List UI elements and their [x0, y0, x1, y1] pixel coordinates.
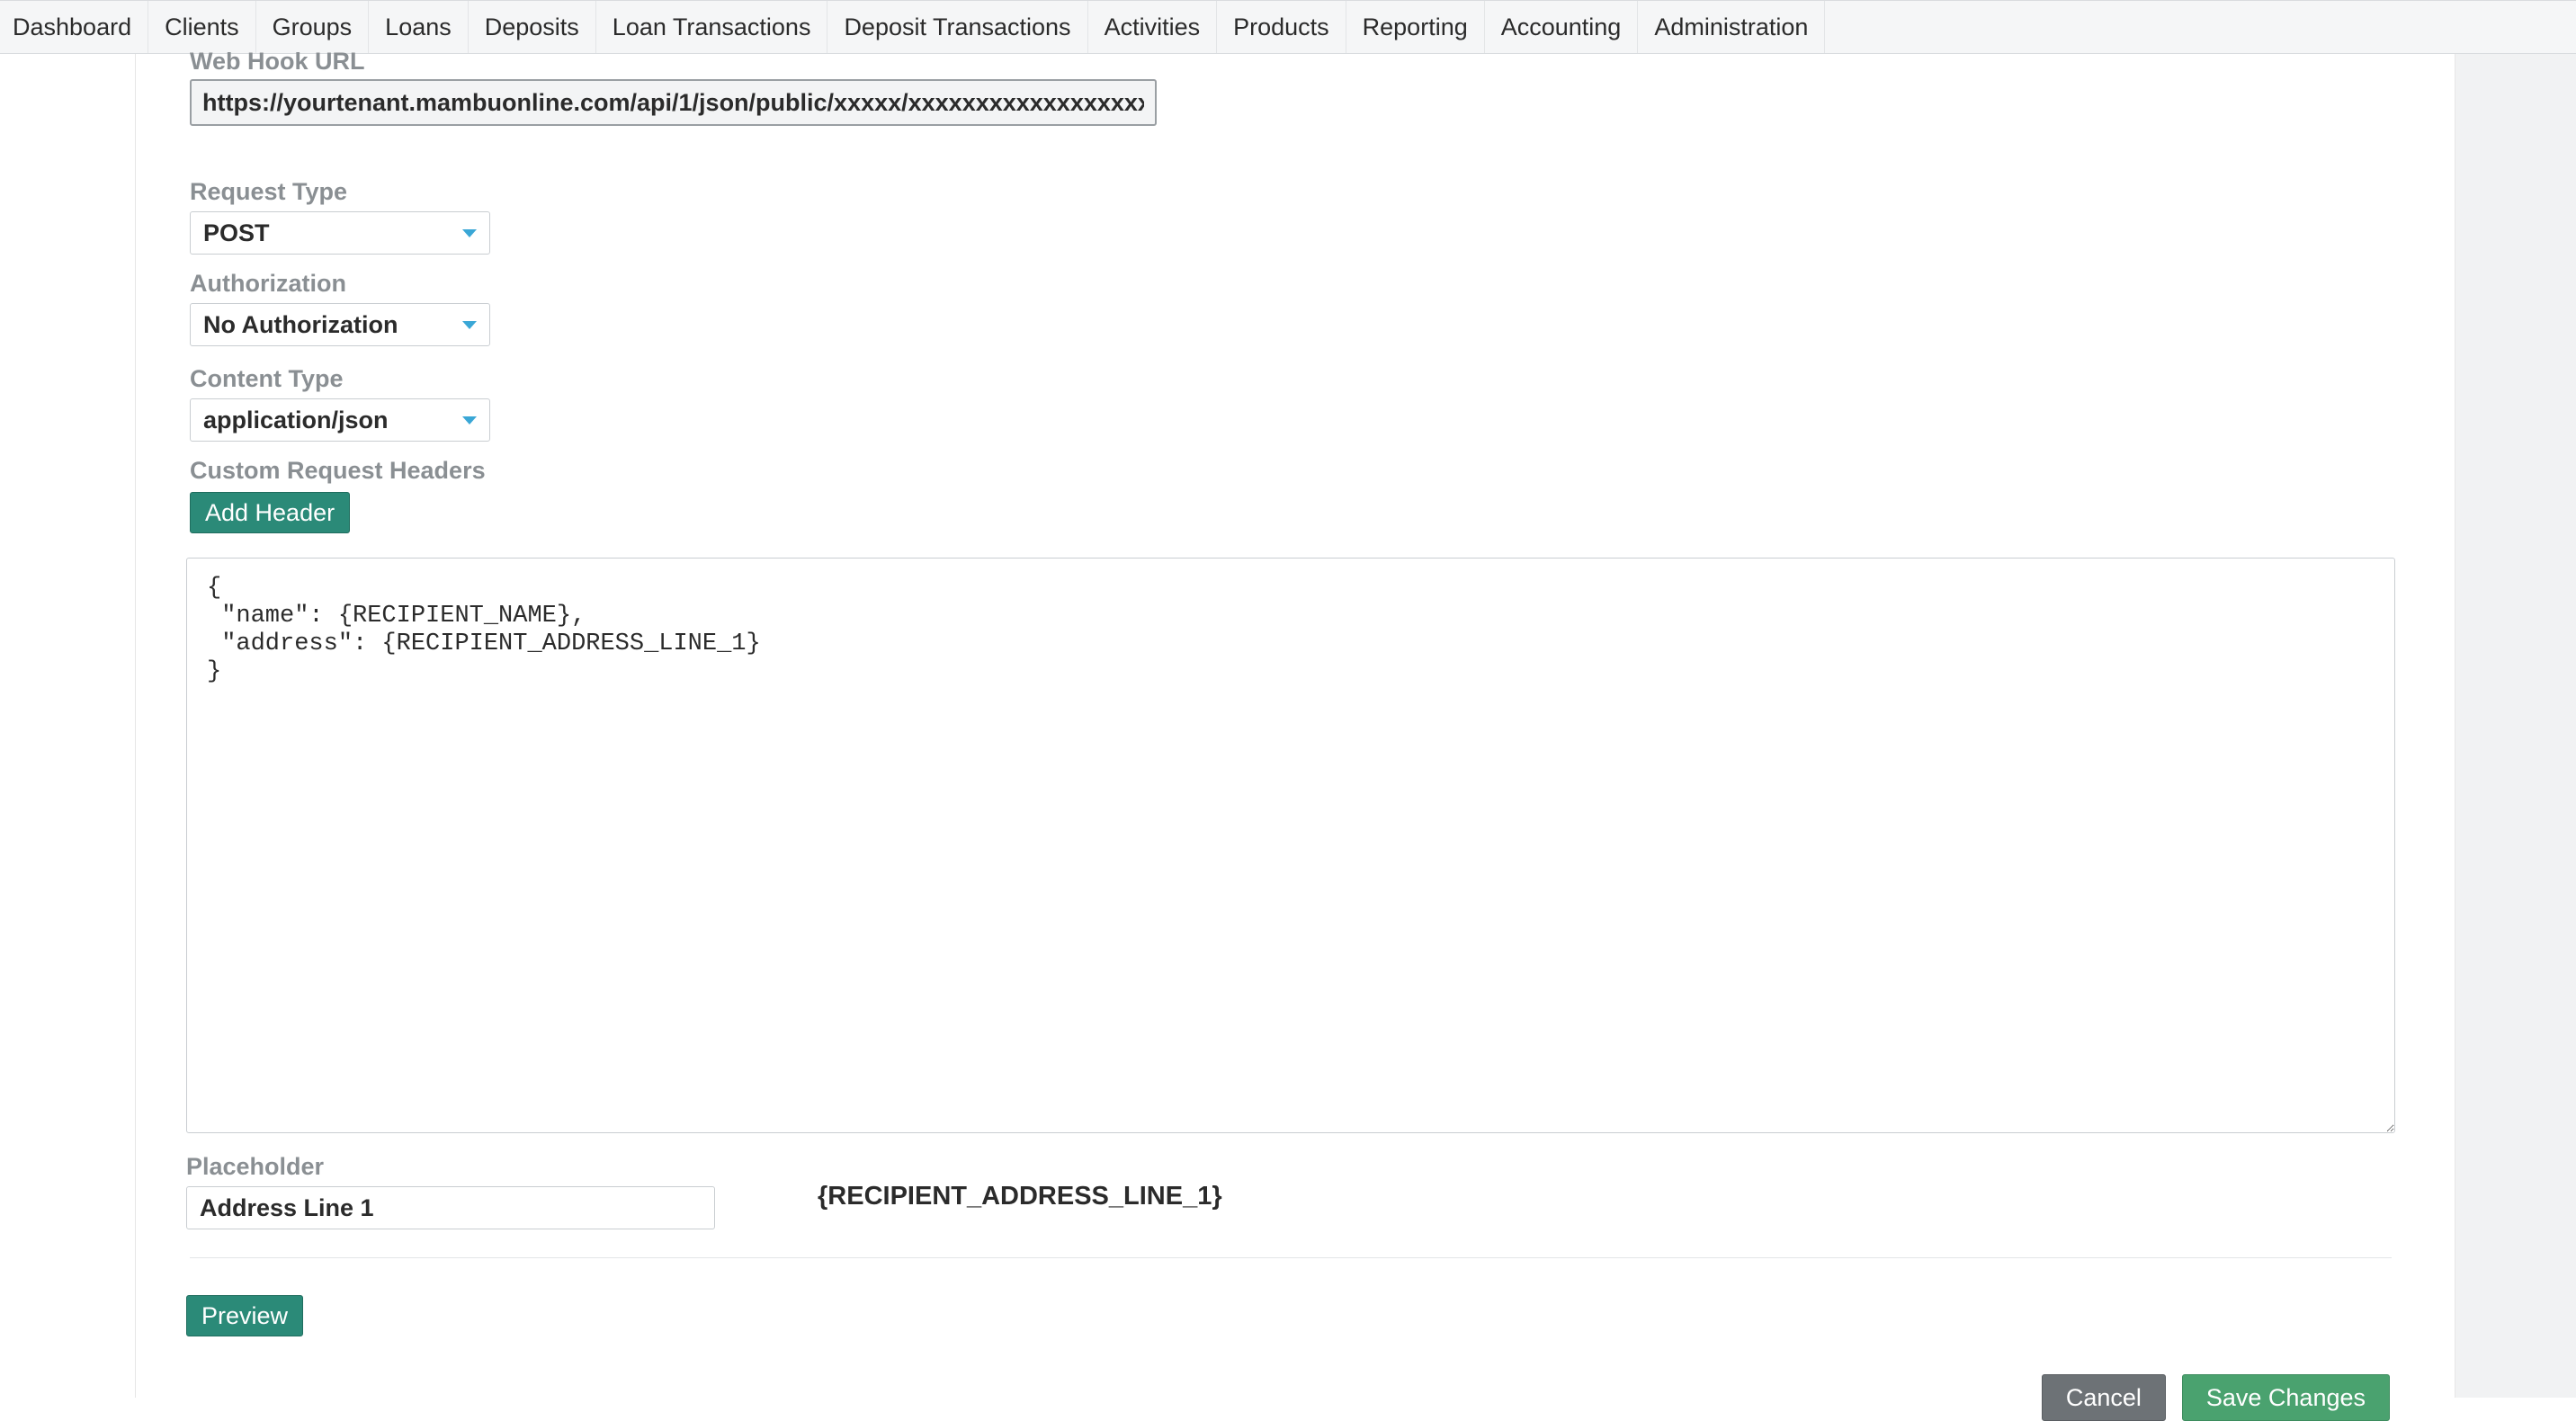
nav-deposits[interactable]: Deposits	[469, 1, 596, 53]
footer-buttons: Cancel Save Changes	[2042, 1374, 2390, 1421]
webhook-url-input[interactable]	[190, 79, 1157, 126]
form-panel: Web Hook URL Request Type POST Authoriza…	[135, 54, 2455, 1398]
nav-activities[interactable]: Activities	[1088, 1, 1218, 53]
content-type-label: Content Type	[190, 365, 490, 393]
nav-clients[interactable]: Clients	[148, 1, 256, 53]
request-type-value: POST	[203, 219, 270, 247]
nav-groups[interactable]: Groups	[256, 1, 370, 53]
request-body-textarea[interactable]	[186, 558, 2395, 1133]
authorization-label: Authorization	[190, 270, 490, 298]
authorization-value: No Authorization	[203, 311, 398, 339]
chevron-down-icon	[462, 229, 477, 237]
nav-deposit-transactions[interactable]: Deposit Transactions	[827, 1, 1087, 53]
nav-administration[interactable]: Administration	[1638, 1, 1825, 53]
request-type-label: Request Type	[190, 178, 490, 206]
placeholder-value: Address Line 1	[200, 1194, 374, 1222]
top-nav: Dashboard Clients Groups Loans Deposits …	[0, 0, 2576, 54]
nav-accounting[interactable]: Accounting	[1485, 1, 1639, 53]
placeholder-select[interactable]: Address Line 1	[186, 1186, 715, 1229]
nav-reporting[interactable]: Reporting	[1346, 1, 1485, 53]
cancel-button[interactable]: Cancel	[2042, 1374, 2166, 1421]
nav-loans[interactable]: Loans	[369, 1, 469, 53]
authorization-select[interactable]: No Authorization	[190, 303, 490, 346]
left-gutter	[0, 54, 135, 1398]
webhook-url-label: Web Hook URL	[190, 52, 365, 74]
right-gutter	[2455, 54, 2576, 1398]
add-header-button[interactable]: Add Header	[190, 492, 350, 533]
nav-products[interactable]: Products	[1217, 1, 1346, 53]
placeholder-label: Placeholder	[186, 1153, 715, 1181]
divider	[190, 1257, 2392, 1258]
content-type-value: application/json	[203, 407, 389, 434]
chevron-down-icon	[462, 321, 477, 329]
preview-button[interactable]: Preview	[186, 1295, 303, 1336]
placeholder-token: {RECIPIENT_ADDRESS_LINE_1}	[818, 1182, 1222, 1211]
nav-loan-transactions[interactable]: Loan Transactions	[596, 1, 828, 53]
nav-dashboard[interactable]: Dashboard	[0, 1, 148, 53]
chevron-down-icon	[462, 416, 477, 425]
custom-headers-label: Custom Request Headers	[190, 457, 486, 485]
save-changes-button[interactable]: Save Changes	[2182, 1374, 2390, 1421]
request-type-select[interactable]: POST	[190, 211, 490, 255]
content-type-select[interactable]: application/json	[190, 398, 490, 442]
